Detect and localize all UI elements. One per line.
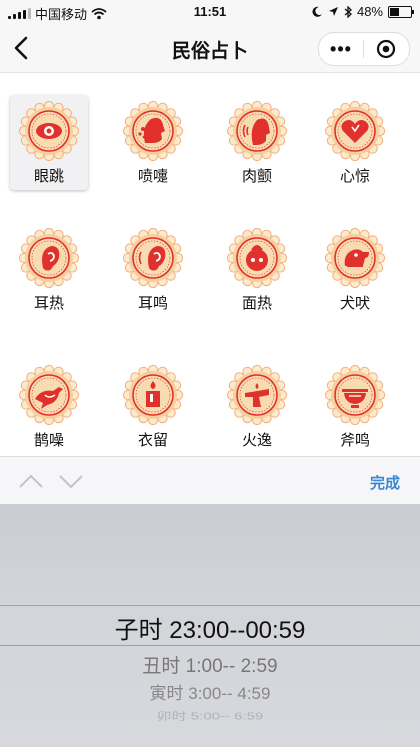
more-button[interactable]: ••• xyxy=(319,39,363,60)
ear-icon xyxy=(19,228,79,288)
mini-program-capsule: ••• xyxy=(318,32,410,66)
grid-item[interactable]: 犬吠 xyxy=(316,222,394,317)
status-bar: 中国移动 11:51 48% xyxy=(0,0,420,24)
picker-option[interactable]: 寅时 3:00-- 4:59 xyxy=(0,679,420,704)
grid-item-label: 面热 xyxy=(241,295,272,312)
fire-escape-icon xyxy=(227,365,287,425)
nav-bar: 民俗占卜 ••• xyxy=(0,24,420,73)
grid-item[interactable]: 斧鸣 xyxy=(316,359,394,454)
grid-item[interactable]: 衣留 xyxy=(114,359,192,454)
bowl-icon xyxy=(325,365,385,425)
status-right: 48% xyxy=(312,4,414,19)
location-icon xyxy=(328,7,338,16)
picker-option[interactable]: 卯时 5:00-- 6:59 xyxy=(0,708,420,723)
battery-percent: 48% xyxy=(356,4,383,19)
face-hot-icon xyxy=(227,228,287,288)
divination-grid: 眼跳 喷嚏 肉颤 心惊 耳热 耳鸣 面热 犬吠 鹊噪 衣留 火逸 斧鸣 xyxy=(0,73,420,456)
magpie-icon xyxy=(19,365,79,425)
selection-top-line xyxy=(0,605,420,606)
done-button[interactable]: 完成 xyxy=(370,472,400,493)
close-button[interactable] xyxy=(364,39,408,59)
grid-item-label: 衣留 xyxy=(137,432,168,449)
grid-item-label: 肉颤 xyxy=(241,168,272,185)
grid-item-label: 眼跳 xyxy=(33,168,64,185)
battery-fill xyxy=(390,7,399,16)
target-close-icon xyxy=(376,39,396,59)
grid-item[interactable]: 耳鸣 xyxy=(114,222,192,317)
picker-option[interactable]: 丑时 1:00-- 2:59 xyxy=(0,651,420,678)
heart-icon xyxy=(325,101,385,161)
grid-item-label: 耳鸣 xyxy=(137,295,168,312)
grid-item[interactable]: 心惊 xyxy=(316,95,394,190)
face-tremor-icon xyxy=(227,101,287,161)
grid-item[interactable]: 喷嚏 xyxy=(114,95,192,190)
grid-item-label: 鹊噪 xyxy=(33,432,64,449)
grid-item-label: 喷嚏 xyxy=(137,168,168,185)
chevron-down-icon[interactable] xyxy=(58,471,84,491)
dog-icon xyxy=(325,228,385,288)
candle-icon xyxy=(123,365,183,425)
picker-selected-option[interactable]: 子时 23:00--00:59 xyxy=(0,610,420,645)
grid-item[interactable]: 耳热 xyxy=(10,222,88,317)
chevron-up-icon[interactable] xyxy=(18,471,44,491)
grid-item[interactable]: 面热 xyxy=(218,222,296,317)
battery-icon xyxy=(388,5,414,18)
eye-icon xyxy=(19,101,79,161)
grid-item[interactable]: 火逸 xyxy=(218,359,296,454)
sneeze-icon xyxy=(123,101,183,161)
grid-item-label: 火逸 xyxy=(241,432,272,449)
grid-item[interactable]: 肉颤 xyxy=(218,95,296,190)
moon-icon xyxy=(312,6,322,17)
grid-item-label: 耳热 xyxy=(33,295,64,312)
grid-item-label: 斧鸣 xyxy=(339,432,370,449)
grid-item[interactable]: 眼跳 xyxy=(10,95,88,190)
ear-ringing-icon xyxy=(123,228,183,288)
time-picker-wheel[interactable]: 子时 23:00--00:59 丑时 1:00-- 2:59 寅时 3:00--… xyxy=(0,504,420,747)
selection-bottom-line xyxy=(0,645,420,646)
grid-item-label: 犬吠 xyxy=(339,295,370,312)
bluetooth-icon xyxy=(344,5,352,18)
grid-item-label: 心惊 xyxy=(339,168,370,185)
picker-toolbar: 完成 xyxy=(0,456,420,505)
grid-item[interactable]: 鹊噪 xyxy=(10,359,88,454)
